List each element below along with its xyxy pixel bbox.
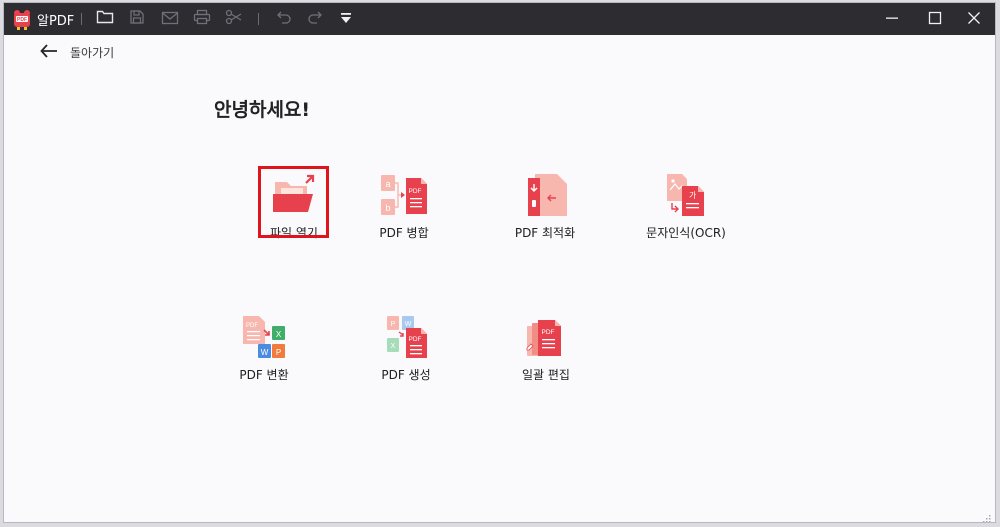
pdf-compress-icon bbox=[520, 172, 570, 218]
tile-label: PDF 병합 bbox=[379, 226, 429, 240]
tile-batch-edit[interactable]: PDF 일괄 편집 bbox=[476, 310, 616, 384]
selection-frame bbox=[258, 166, 329, 238]
maximize-icon bbox=[928, 10, 942, 29]
svg-text:PDF: PDF bbox=[17, 17, 27, 23]
svg-text:PDF: PDF bbox=[409, 188, 422, 195]
arrow-left-icon bbox=[40, 43, 58, 62]
open-folder-button[interactable] bbox=[91, 3, 119, 35]
close-button[interactable] bbox=[957, 3, 991, 35]
svg-text:PDF: PDF bbox=[246, 323, 258, 329]
svg-text:가: 가 bbox=[689, 191, 697, 200]
minimize-button[interactable] bbox=[875, 3, 909, 35]
svg-text:P: P bbox=[391, 321, 396, 328]
tile-pdf-convert[interactable]: PDF X W P PDF 변환 bbox=[194, 310, 334, 384]
undo-icon bbox=[276, 9, 292, 29]
undo-button[interactable] bbox=[270, 3, 298, 35]
redo-icon bbox=[307, 9, 323, 29]
pdf-merge-icon: a b PDF bbox=[379, 172, 429, 218]
svg-text:PDF: PDF bbox=[409, 336, 422, 343]
resize-grip[interactable] bbox=[982, 509, 992, 522]
redo-button[interactable] bbox=[301, 3, 329, 35]
svg-text:W: W bbox=[405, 321, 412, 328]
title-bar: PDF 알PDF bbox=[4, 3, 995, 35]
tile-label: PDF 생성 bbox=[381, 368, 431, 382]
back-label: 돌아가기 bbox=[70, 45, 115, 60]
svg-text:P: P bbox=[276, 348, 281, 357]
tile-pdf-create[interactable]: P W X PDF PDF 생성 bbox=[336, 310, 476, 384]
scissors-icon bbox=[225, 9, 243, 29]
pdf-convert-icon: PDF X W P bbox=[239, 314, 289, 360]
app-name: 알PDF bbox=[37, 13, 75, 29]
mail-icon bbox=[161, 10, 179, 29]
svg-text:a: a bbox=[385, 179, 390, 189]
svg-text:X: X bbox=[276, 330, 282, 339]
svg-text:W: W bbox=[261, 348, 269, 357]
pdf-create-icon: P W X PDF bbox=[381, 314, 431, 360]
greeting-heading: 안녕하세요! bbox=[214, 99, 311, 121]
printer-icon bbox=[193, 9, 211, 29]
svg-text:b: b bbox=[385, 203, 390, 213]
email-button[interactable] bbox=[156, 3, 184, 35]
cut-button[interactable] bbox=[220, 3, 248, 35]
folder-icon bbox=[96, 9, 114, 29]
tile-label: PDF 변환 bbox=[239, 368, 289, 382]
print-button[interactable] bbox=[188, 3, 216, 35]
save-icon bbox=[129, 9, 145, 29]
tile-pdf-merge[interactable]: a b PDF PDF 병합 bbox=[334, 168, 474, 242]
tile-label: PDF 최적화 bbox=[514, 226, 576, 240]
tile-label: 문자인식(OCR) bbox=[646, 226, 726, 240]
minimize-icon bbox=[885, 10, 899, 29]
dropdown-arrow-icon bbox=[339, 10, 353, 29]
ocr-icon: 가 bbox=[661, 172, 711, 218]
tile-label: 일괄 편집 bbox=[522, 368, 570, 382]
quick-access-menu-button[interactable] bbox=[332, 3, 360, 35]
app-window: PDF 알PDF 돌아가기 안녕하세요! 파일 열기 a b PDF PDF 병… bbox=[3, 2, 996, 523]
svg-text:PDF: PDF bbox=[542, 329, 555, 336]
toolbar-separator bbox=[258, 13, 259, 25]
svg-text:X: X bbox=[391, 343, 396, 350]
close-icon bbox=[967, 10, 981, 29]
app-logo-icon: PDF bbox=[9, 3, 35, 35]
batch-edit-icon: PDF bbox=[521, 314, 571, 360]
back-link[interactable]: 돌아가기 bbox=[40, 41, 114, 63]
title-separator bbox=[81, 13, 82, 25]
save-button[interactable] bbox=[123, 3, 151, 35]
tile-pdf-optimize[interactable]: PDF 최적화 bbox=[475, 168, 615, 242]
tile-ocr[interactable]: 가 문자인식(OCR) bbox=[616, 168, 756, 242]
maximize-button[interactable] bbox=[918, 3, 952, 35]
